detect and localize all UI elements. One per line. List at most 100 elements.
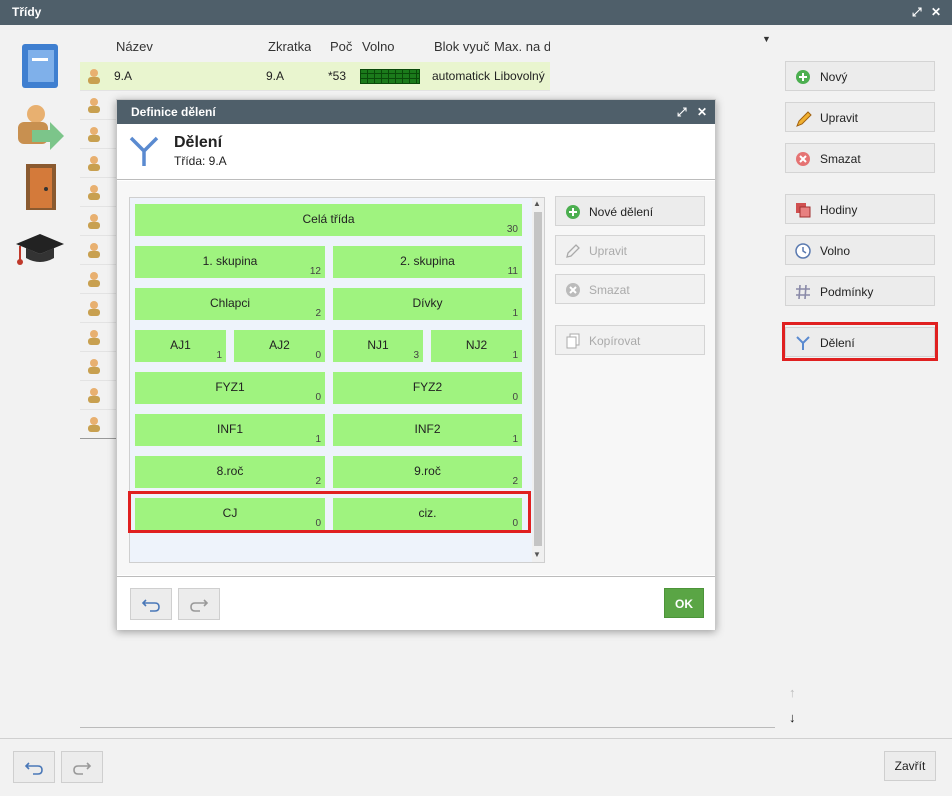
group-item[interactable]: NJ1 3 <box>333 330 423 362</box>
edit-division-button[interactable]: Upravit <box>555 235 705 265</box>
row-abbr: 9.A <box>266 69 285 83</box>
copy-icon <box>565 333 581 349</box>
redo-button[interactable] <box>61 751 103 783</box>
ok-button[interactable]: OK <box>664 588 704 618</box>
group-count: 0 <box>512 392 518 403</box>
clock-icon <box>795 243 811 259</box>
group-item[interactable]: Dívky 1 <box>333 288 522 320</box>
edit-button[interactable]: Upravit <box>785 102 935 132</box>
group-item[interactable]: 9.roč 2 <box>333 456 522 488</box>
group-label: INF2 <box>414 422 441 436</box>
person-icon <box>86 329 102 345</box>
row-name: 9.A <box>114 69 133 83</box>
dialog-title: Definice dělení <box>131 105 216 119</box>
group-item[interactable]: FYZ2 0 <box>333 372 522 404</box>
row-max: Libovolný <box>494 69 545 83</box>
book-icon[interactable] <box>14 42 66 94</box>
group-count: 0 <box>315 350 321 361</box>
group-count: 12 <box>309 266 321 277</box>
free-time-grid <box>360 69 420 84</box>
group-label: 2. skupina <box>400 254 455 268</box>
door-icon[interactable] <box>14 162 66 214</box>
new-button[interactable]: Nový <box>785 61 935 91</box>
dialog-footer: OK <box>117 576 715 630</box>
new-division-button[interactable]: Nové dělení <box>555 196 705 226</box>
person-icon <box>86 242 102 258</box>
dialog-maximize-icon[interactable]: ⤢ <box>677 104 687 120</box>
highlight-division-button <box>782 322 938 361</box>
delete-button[interactable]: Smazat <box>785 143 935 173</box>
column-header-name[interactable]: Název <box>116 39 153 54</box>
copy-division-button[interactable]: Kopírovat <box>555 325 705 355</box>
group-label: INF1 <box>216 422 243 436</box>
scroll-down-arrow-icon[interactable]: ▼ <box>533 550 541 559</box>
graduation-cap-icon[interactable] <box>14 226 66 278</box>
grid-bottom-divider <box>80 727 775 728</box>
row-count: *53 <box>328 69 347 83</box>
group-count: 2 <box>315 476 321 487</box>
column-header-abbr[interactable]: Zkratka <box>268 39 311 54</box>
conditions-button[interactable]: Podmínky <box>785 276 935 306</box>
dialog-titlebar: Definice dělení ⤢ ✕ <box>117 100 715 124</box>
division-dialog: Definice dělení ⤢ ✕ Dělení Třída: 9.A Ce… <box>116 99 716 630</box>
scrollbar-thumb[interactable] <box>534 212 542 546</box>
close-icon[interactable]: ✕ <box>931 4 941 20</box>
delete-icon <box>795 151 811 167</box>
division-list-scrollbar[interactable]: ▲ ▼ <box>532 198 544 562</box>
column-header-count[interactable]: Poč <box>330 39 352 54</box>
dialog-close-icon[interactable]: ✕ <box>697 104 707 120</box>
table-row[interactable]: 9.A 9.A *53 automatick Libovolný <box>80 62 550 91</box>
column-header-block[interactable]: Blok vyuč <box>434 39 490 54</box>
scroll-up-arrow-icon[interactable]: ▲ <box>533 199 541 208</box>
division-list: Celá třída 30 1. skupina 12 2. skupina 1… <box>128 197 545 563</box>
students-transfer-icon[interactable] <box>14 100 66 152</box>
grid-menu-arrow-icon[interactable]: ▼ <box>762 34 771 44</box>
edit-button-label: Upravit <box>820 111 859 125</box>
grid-header: Název Zkratka Poč Volno Blok vyuč Max. n… <box>80 36 550 60</box>
group-label: 1. skupina <box>202 254 258 268</box>
column-header-free[interactable]: Volno <box>362 39 395 54</box>
division-list-content: Celá třída 30 1. skupina 12 2. skupina 1… <box>128 198 532 562</box>
group-item[interactable]: Chlapci 2 <box>135 288 325 320</box>
group-item[interactable]: INF1 1 <box>135 414 325 446</box>
hours-button-label: Hodiny <box>820 203 858 217</box>
group-item[interactable]: AJ1 1 <box>135 330 226 362</box>
group-whole-class[interactable]: Celá třída 30 <box>135 204 522 236</box>
redo-icon <box>73 762 92 775</box>
dialog-undo-button[interactable] <box>130 588 172 620</box>
group-count: 1 <box>512 308 518 319</box>
group-item[interactable]: NJ2 1 <box>431 330 522 362</box>
delete-division-button[interactable]: Smazat <box>555 274 705 304</box>
division-split-icon <box>127 134 161 171</box>
free-time-button[interactable]: Volno <box>785 235 935 265</box>
scroll-down-icon[interactable]: ↓ <box>789 710 796 725</box>
maximize-icon[interactable]: ⤢ <box>912 4 922 20</box>
group-label: AJ1 <box>170 338 191 352</box>
group-label: Celá třída <box>302 212 355 226</box>
dialog-redo-button[interactable] <box>178 588 220 620</box>
group-count: 0 <box>315 392 321 403</box>
undo-button[interactable] <box>13 751 55 783</box>
group-item[interactable]: 2. skupina 11 <box>333 246 522 278</box>
hours-button[interactable]: Hodiny <box>785 194 935 224</box>
new-division-label: Nové dělení <box>589 205 654 219</box>
close-button[interactable]: Zavřít <box>884 751 936 781</box>
group-item[interactable]: INF2 1 <box>333 414 522 446</box>
pencil-icon <box>565 243 581 259</box>
scroll-up-icon[interactable]: ↑ <box>789 685 796 700</box>
group-count: 2 <box>315 308 321 319</box>
person-icon <box>86 271 102 287</box>
conditions-button-label: Podmínky <box>820 285 874 299</box>
edit-division-label: Upravit <box>589 244 628 258</box>
group-label: Chlapci <box>209 296 251 310</box>
group-count: 2 <box>512 476 518 487</box>
group-item[interactable]: 8.roč 2 <box>135 456 325 488</box>
group-item[interactable]: 1. skupina 12 <box>135 246 325 278</box>
group-count: 1 <box>512 350 518 361</box>
plus-icon <box>565 204 581 220</box>
column-header-max[interactable]: Max. na d <box>494 39 550 54</box>
group-count: 1 <box>216 350 222 361</box>
group-item[interactable]: FYZ1 0 <box>135 372 325 404</box>
group-item[interactable]: AJ2 0 <box>234 330 325 362</box>
dialog-heading: Dělení <box>174 134 223 151</box>
